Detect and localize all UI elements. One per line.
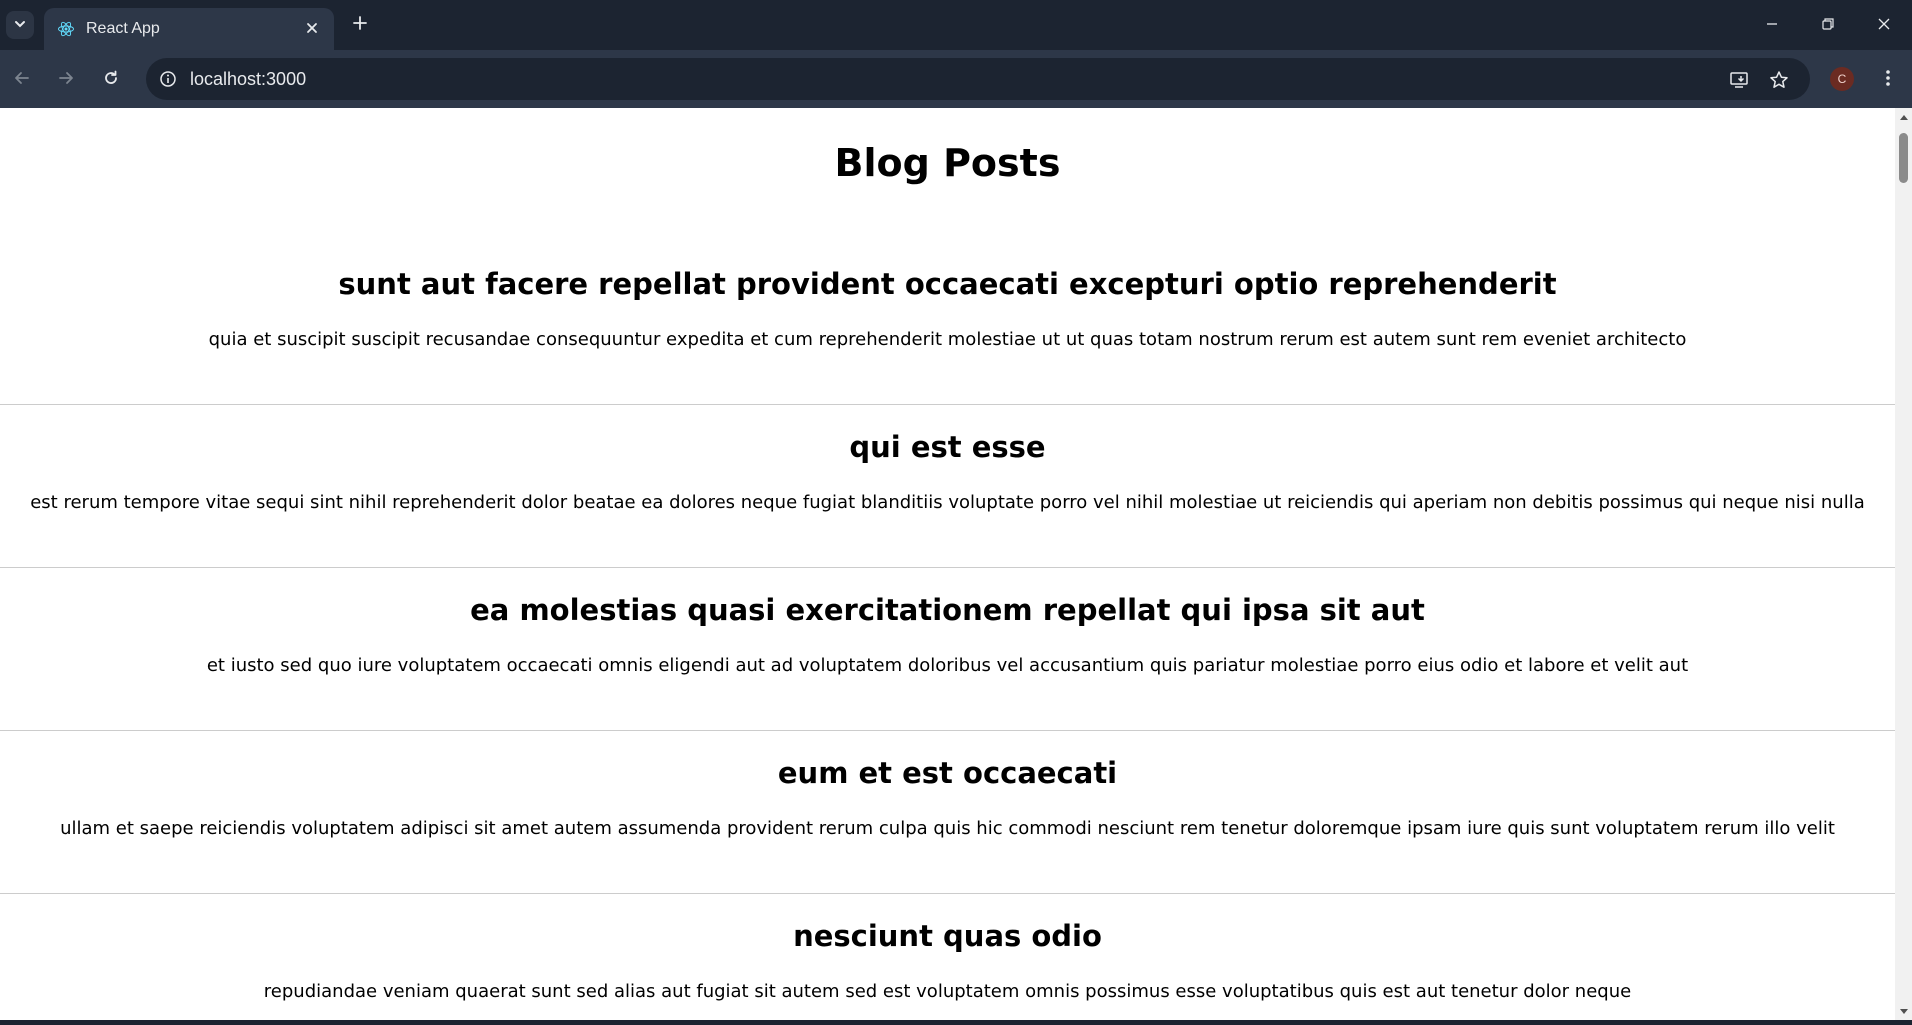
- close-icon: [305, 20, 319, 39]
- browser-toolbar: localhost:3000 C: [0, 50, 1912, 108]
- close-window-button[interactable]: [1856, 0, 1912, 50]
- post-body: ullam et saepe reiciendis voluptatem adi…: [60, 818, 1835, 839]
- browser-menu-button[interactable]: [1874, 64, 1902, 96]
- page-title: Blog Posts: [834, 141, 1061, 185]
- close-icon: [1877, 16, 1891, 35]
- post-item: nesciunt quas odio repudiandae veniam qu…: [0, 894, 1895, 1020]
- post-title: qui est esse: [849, 430, 1046, 464]
- post-item: ea molestias quasi exercitationem repell…: [0, 568, 1895, 731]
- scroll-up-arrow-icon[interactable]: [1895, 108, 1912, 125]
- forward-button[interactable]: [50, 64, 82, 96]
- react-logo-icon: [56, 19, 76, 39]
- install-icon[interactable]: [1726, 67, 1752, 93]
- chevron-down-icon: [13, 16, 27, 35]
- plus-icon: [352, 15, 368, 35]
- arrow-right-icon: [57, 69, 75, 91]
- page-viewport: Blog Posts sunt aut facere repellat prov…: [0, 108, 1895, 1020]
- back-button[interactable]: [6, 64, 38, 96]
- avatar[interactable]: C: [1830, 67, 1854, 91]
- post-title: ea molestias quasi exercitationem repell…: [470, 593, 1425, 627]
- tab-strip: React App: [0, 0, 1912, 50]
- scrollbar-thumb[interactable]: [1899, 133, 1908, 183]
- vertical-scrollbar[interactable]: [1895, 108, 1912, 1020]
- reload-icon: [102, 69, 120, 91]
- post-title: eum et est occaecati: [777, 756, 1118, 790]
- star-icon[interactable]: [1766, 67, 1792, 93]
- post-item: eum et est occaecati ullam et saepe reic…: [0, 731, 1895, 894]
- tab-title: React App: [86, 20, 160, 37]
- post-item: qui est esse est rerum tempore vitae seq…: [0, 405, 1895, 568]
- tab-react-app[interactable]: React App: [44, 8, 334, 50]
- minimize-button[interactable]: [1744, 0, 1800, 50]
- kebab-menu-icon: [1885, 68, 1891, 92]
- tab-search-button[interactable]: [6, 11, 34, 39]
- reload-button[interactable]: [95, 64, 127, 96]
- window-bottom-border: [0, 1020, 1912, 1025]
- avatar-initial: C: [1837, 72, 1847, 86]
- arrow-left-icon: [13, 69, 31, 91]
- restore-button[interactable]: [1800, 0, 1856, 50]
- post-body: repudiandae veniam quaerat sunt sed alia…: [263, 981, 1632, 1002]
- post-item: sunt aut facere repellat provident occae…: [0, 242, 1895, 405]
- post-body: quia et suscipit suscipit recusandae con…: [208, 329, 1687, 350]
- info-icon[interactable]: [156, 67, 180, 91]
- post-body: et iusto sed quo iure voluptatem occaeca…: [206, 655, 1689, 676]
- scroll-down-arrow-icon[interactable]: [1895, 1003, 1912, 1020]
- url-text[interactable]: localhost:3000: [190, 58, 306, 100]
- browser-chrome: React App localhost:3000 C: [0, 0, 1912, 108]
- minimize-icon: [1765, 16, 1779, 35]
- restore-icon: [1821, 16, 1835, 35]
- post-title: sunt aut facere repellat provident occae…: [338, 267, 1557, 301]
- post-title: nesciunt quas odio: [793, 919, 1102, 953]
- close-tab-button[interactable]: [300, 17, 324, 41]
- address-bar[interactable]: localhost:3000: [146, 58, 1810, 100]
- post-list: sunt aut facere repellat provident occae…: [0, 242, 1895, 1020]
- post-body: est rerum tempore vitae sequi sint nihil…: [30, 492, 1865, 513]
- new-tab-button[interactable]: [346, 11, 374, 39]
